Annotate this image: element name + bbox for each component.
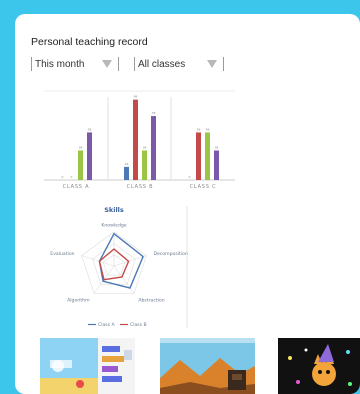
project-thumbnail-cat[interactable] [278, 338, 360, 394]
skills-radar-chart: Skills Knowledge Decomposition Abstraction… [40, 202, 189, 332]
bar-class-b-s2 [142, 150, 147, 180]
bar-class-a-s2 [78, 150, 83, 180]
class-bar-chart: 0 0 36 58 CLASS A 16 98 36 78 CLASS B 0 58 58 36 CLASS… [40, 87, 239, 197]
page-title: Personal teaching record [31, 36, 148, 48]
class-filter-label: All classes [138, 59, 185, 70]
bar-class-b-s3 [151, 116, 156, 180]
bar-value-label: 16 [125, 162, 129, 166]
radar-axis-label: Evaluation [50, 251, 74, 257]
dropdown-arrow-icon [102, 60, 112, 68]
bar-value-label: 78 [152, 111, 156, 115]
project-thumbnail-desert[interactable] [160, 338, 255, 394]
bar-class-b-s0 [124, 167, 129, 180]
bar-value-label: 0 [71, 175, 73, 179]
bar-value-label: 58 [197, 127, 201, 131]
radar-axis-line [82, 255, 114, 266]
bar-value-label: 36 [143, 145, 147, 149]
bar-category-label: CLASS A [63, 184, 90, 190]
bar-class-c-s3 [214, 150, 219, 180]
period-filter-label: This month [35, 59, 84, 70]
dropdown-arrow-icon [207, 60, 217, 68]
bar-value-label: 0 [62, 175, 64, 179]
legend-label: Class B [130, 322, 147, 328]
teaching-record-card: Personal teaching record This month All … [15, 14, 360, 394]
radar-axis-line [114, 266, 134, 294]
project-thumbnails [40, 338, 360, 394]
bar-chart-svg: 0 0 36 58 CLASS A 16 98 36 78 CLASS B 0 58 58 36 CLASS… [40, 87, 239, 197]
bar-value-label: 36 [215, 145, 219, 149]
radar-axis-label: Abstraction [138, 298, 164, 304]
bar-class-c-s2 [205, 132, 210, 180]
radar-axis-label: Algorithm [67, 298, 90, 304]
project-thumbnail-blocks[interactable] [40, 338, 135, 394]
bar-value-label: 58 [88, 127, 92, 131]
bar-class-c-s1 [196, 132, 201, 180]
bar-value-label: 58 [206, 127, 210, 131]
bar-category-label: CLASS C [190, 184, 217, 190]
bar-class-b-s1 [133, 100, 138, 180]
bar-value-label: 98 [134, 95, 138, 99]
period-filter-dropdown[interactable]: This month [31, 57, 119, 71]
radar-axis-label: Decomposition [153, 251, 187, 257]
class-filter-dropdown[interactable]: All classes [134, 57, 224, 71]
bar-value-label: 36 [79, 145, 83, 149]
bar-class-a-s3 [87, 132, 92, 180]
bar-value-label: 0 [189, 175, 191, 179]
radar-axis-label: Knowledge [101, 223, 126, 229]
bar-category-label: CLASS B [127, 184, 154, 190]
radar-title: Skills [104, 206, 124, 214]
radar-chart-svg: Skills Knowledge Decomposition Abstraction… [40, 202, 189, 332]
legend-label: Class A [98, 322, 116, 328]
